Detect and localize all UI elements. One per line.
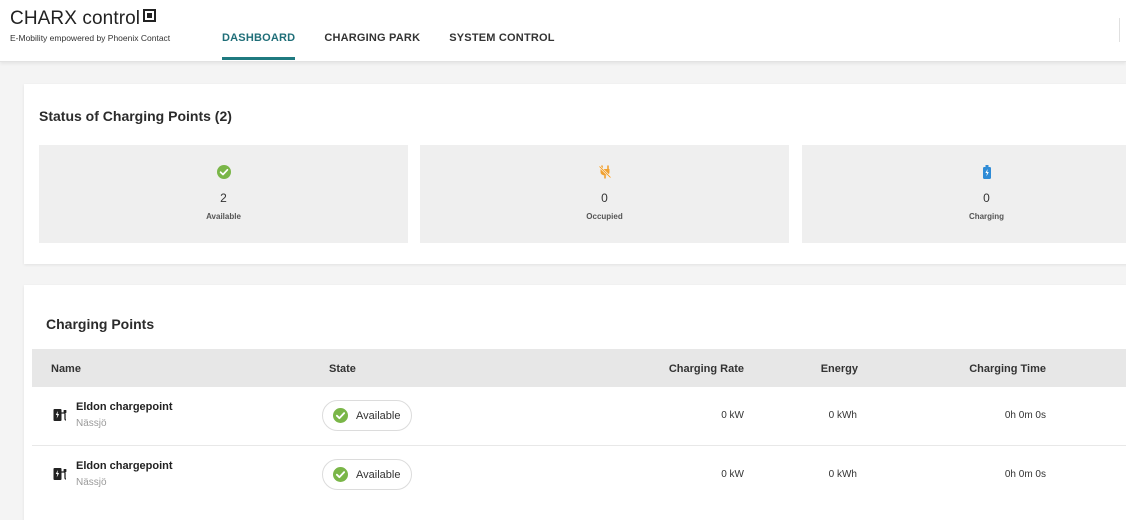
state-label: Available bbox=[356, 468, 401, 481]
available-label: Available bbox=[206, 212, 241, 221]
tile-charging: 0 Charging bbox=[802, 145, 1126, 243]
charging-points-title: Charging Points bbox=[46, 316, 155, 332]
tab-charging-park[interactable]: CHARGING PARK bbox=[324, 0, 420, 62]
tile-occupied: 0 Occupied bbox=[420, 145, 789, 243]
col-charging-rate[interactable]: Charging Rate bbox=[669, 363, 744, 375]
charging-rate-value: 0 kW bbox=[721, 469, 744, 480]
charging-label: Charging bbox=[968, 212, 1005, 221]
tab-dashboard[interactable]: DASHBOARD bbox=[222, 0, 296, 62]
chargepoint-icon bbox=[53, 467, 67, 486]
status-title: Status of Charging Points (2) bbox=[39, 108, 232, 124]
phoenix-logo-icon bbox=[143, 9, 157, 22]
col-name[interactable]: Name bbox=[51, 363, 81, 375]
state-badge: Available bbox=[322, 400, 413, 431]
tab-system-control[interactable]: SYSTEM CONTROL bbox=[449, 0, 554, 62]
battery-charging-icon bbox=[982, 165, 992, 184]
col-state[interactable]: State bbox=[329, 363, 356, 375]
header-divider bbox=[1119, 18, 1120, 42]
table-header: Name State Charging Rate Energy Charging… bbox=[32, 349, 1126, 387]
charging-time-value: 0h 0m 0s bbox=[1004, 410, 1046, 421]
chargepoint-name[interactable]: Eldon chargepoint bbox=[76, 460, 173, 472]
state-badge: Available bbox=[322, 459, 413, 490]
brand-title: CHARX control bbox=[10, 8, 141, 29]
occupied-label: Occupied bbox=[586, 212, 623, 221]
energy-value: 0 kWh bbox=[828, 469, 857, 480]
occupied-plug-icon bbox=[598, 165, 612, 184]
main-nav: DASHBOARD CHARGING PARK SYSTEM CONTROL bbox=[222, 0, 584, 62]
energy-value: 0 kWh bbox=[828, 410, 857, 421]
brand-subtitle: E-Mobility empowered by Phoenix Contact bbox=[10, 33, 171, 43]
table-row[interactable]: Eldon chargepoint Nässjö Available 0 kW … bbox=[32, 387, 1126, 446]
state-label: Available bbox=[356, 409, 401, 422]
occupied-count: 0 bbox=[601, 191, 608, 205]
brand[interactable]: CHARX control E-Mobility empowered by Ph… bbox=[10, 8, 170, 43]
chargepoint-icon bbox=[53, 408, 67, 427]
chargepoint-location: Nässjö bbox=[76, 477, 107, 488]
tile-available: 2 Available bbox=[39, 145, 408, 243]
col-charging-time[interactable]: Charging Time bbox=[969, 363, 1046, 375]
check-circle-icon bbox=[333, 467, 348, 482]
chargepoint-location: Nässjö bbox=[76, 418, 107, 429]
charging-count: 0 bbox=[983, 191, 990, 205]
table-row[interactable]: Eldon chargepoint Nässjö Available 0 kW … bbox=[32, 446, 1126, 505]
col-energy[interactable]: Energy bbox=[821, 363, 858, 375]
charging-rate-value: 0 kW bbox=[721, 410, 744, 421]
top-header: CHARX control E-Mobility empowered by Ph… bbox=[0, 0, 1126, 62]
status-card: Status of Charging Points (2) 2 Availabl… bbox=[24, 84, 1126, 264]
charging-time-value: 0h 0m 0s bbox=[1004, 469, 1046, 480]
charging-points-card: Charging Points Name State Charging Rate… bbox=[24, 285, 1126, 520]
check-circle-icon bbox=[333, 408, 348, 423]
available-count: 2 bbox=[220, 191, 227, 205]
check-circle-icon bbox=[216, 165, 231, 184]
chargepoint-name[interactable]: Eldon chargepoint bbox=[76, 401, 173, 413]
